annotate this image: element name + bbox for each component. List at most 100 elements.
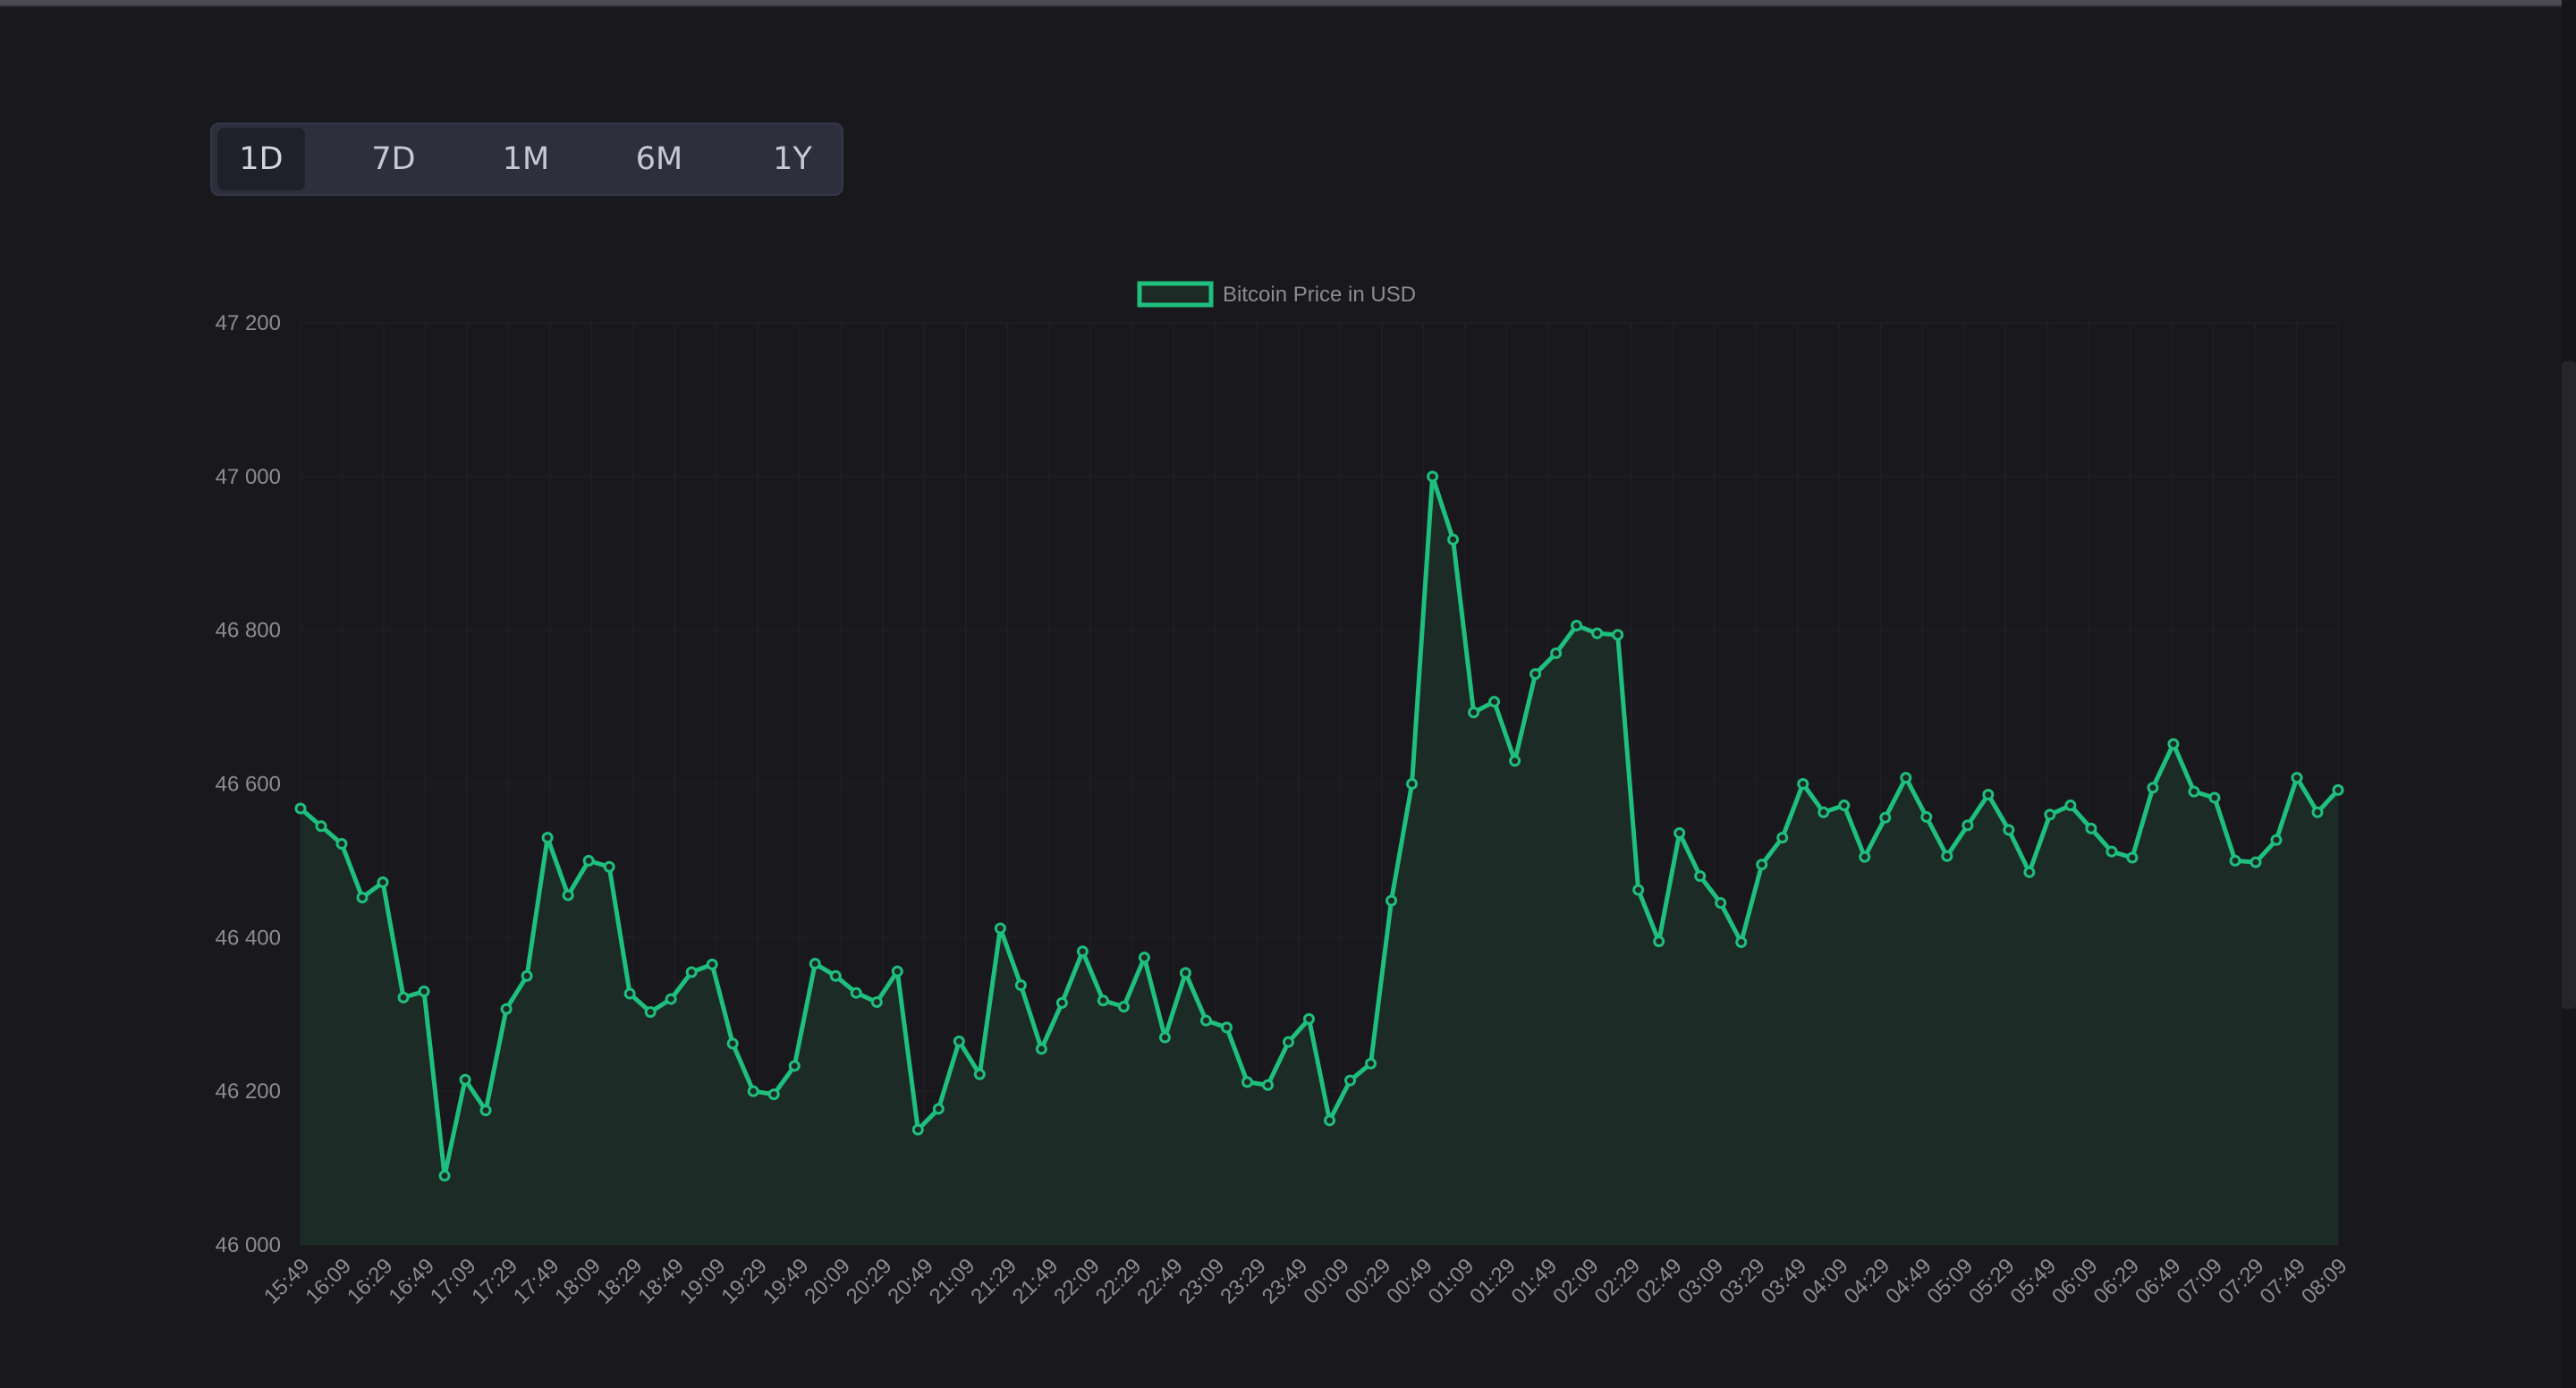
data-point[interactable] [2208, 791, 2221, 804]
data-point[interactable] [726, 1037, 739, 1050]
data-point[interactable] [2250, 856, 2262, 868]
data-point[interactable] [1920, 810, 1933, 823]
data-point[interactable] [521, 969, 533, 982]
data-point[interactable] [2126, 851, 2139, 864]
data-point[interactable] [2311, 806, 2324, 818]
data-point[interactable] [2044, 808, 2056, 821]
data-point[interactable] [1715, 897, 1727, 910]
data-point[interactable] [1117, 1001, 1130, 1013]
data-point[interactable] [809, 958, 821, 970]
data-point[interactable] [2106, 845, 2118, 858]
data-point[interactable] [1674, 826, 1686, 839]
data-point[interactable] [788, 1060, 801, 1072]
data-point[interactable] [2003, 824, 2015, 836]
data-point[interactable] [747, 1085, 759, 1097]
data-point[interactable] [994, 922, 1006, 935]
data-point[interactable] [2064, 800, 2077, 812]
data-point[interactable] [459, 1073, 471, 1086]
data-point[interactable] [665, 993, 677, 1005]
data-point[interactable] [2229, 854, 2241, 867]
data-point[interactable] [418, 985, 430, 997]
data-point[interactable] [1530, 668, 1542, 681]
data-point[interactable] [767, 1088, 780, 1101]
data-point[interactable] [2023, 866, 2036, 878]
data-point[interactable] [973, 1068, 986, 1080]
data-point[interactable] [1282, 1036, 1294, 1048]
data-point[interactable] [1427, 470, 1439, 483]
data-point[interactable] [377, 876, 389, 888]
data-point[interactable] [335, 838, 348, 851]
data-point[interactable] [1447, 533, 1460, 546]
data-point[interactable] [1571, 620, 1583, 632]
data-point[interactable] [1962, 819, 1974, 832]
data-point[interactable] [1014, 979, 1027, 992]
data-point[interactable] [2167, 738, 2180, 750]
data-point[interactable] [315, 820, 327, 833]
data-point[interactable] [1488, 696, 1501, 708]
data-point[interactable] [603, 860, 615, 873]
data-point[interactable] [891, 965, 903, 978]
data-point[interactable] [2188, 785, 2200, 798]
data-point[interactable] [1941, 850, 1953, 862]
data-point[interactable] [1797, 778, 1809, 790]
data-point[interactable] [1509, 755, 1521, 767]
data-point[interactable] [623, 987, 636, 1000]
data-point[interactable] [500, 1003, 513, 1015]
data-point[interactable] [706, 958, 718, 970]
data-point[interactable] [397, 991, 410, 1003]
data-point[interactable] [1776, 832, 1789, 844]
data-point[interactable] [1302, 1012, 1315, 1025]
data-point[interactable] [953, 1035, 965, 1047]
data-point[interactable] [1468, 707, 1480, 719]
data-point[interactable] [1179, 967, 1191, 979]
data-point[interactable] [2147, 782, 2159, 794]
data-point[interactable] [1818, 806, 1830, 818]
data-point[interactable] [1138, 952, 1150, 964]
data-point[interactable] [2332, 783, 2344, 796]
legend[interactable]: Bitcoin Price in USD [1137, 281, 1416, 308]
data-point[interactable] [356, 892, 369, 904]
data-point[interactable] [479, 1104, 492, 1117]
data-point[interactable] [562, 889, 574, 901]
data-point[interactable] [1694, 870, 1707, 883]
data-point[interactable] [1220, 1021, 1233, 1034]
data-point[interactable] [1735, 935, 1748, 948]
data-point[interactable] [1324, 1114, 1336, 1127]
data-point[interactable] [1632, 884, 1645, 896]
data-point[interactable] [1550, 647, 1563, 659]
data-point[interactable] [1900, 772, 1912, 784]
data-point[interactable] [829, 969, 842, 982]
data-point[interactable] [541, 832, 554, 844]
data-point[interactable] [1879, 811, 1892, 824]
data-point[interactable] [1756, 859, 1768, 871]
data-point[interactable] [1406, 778, 1419, 790]
data-point[interactable] [1385, 894, 1398, 907]
data-point[interactable] [1591, 627, 1604, 639]
data-point[interactable] [1199, 1014, 1212, 1027]
data-point[interactable] [438, 1170, 451, 1182]
data-point[interactable] [1055, 996, 1068, 1009]
data-point[interactable] [1653, 935, 1665, 948]
data-point[interactable] [850, 986, 862, 999]
data-point[interactable] [294, 802, 307, 815]
data-point[interactable] [2085, 822, 2097, 834]
data-point[interactable] [1859, 851, 1871, 863]
data-point[interactable] [685, 966, 698, 978]
data-point[interactable] [1158, 1031, 1171, 1044]
data-point[interactable] [2291, 772, 2303, 784]
data-point[interactable] [870, 996, 883, 1009]
data-point[interactable] [911, 1123, 924, 1136]
data-point[interactable] [1261, 1079, 1274, 1091]
data-point[interactable] [1612, 629, 1624, 641]
data-point[interactable] [1076, 945, 1089, 958]
data-point[interactable] [932, 1103, 945, 1115]
data-point[interactable] [1365, 1057, 1377, 1070]
data-point[interactable] [1035, 1043, 1047, 1055]
data-point[interactable] [1982, 789, 1995, 801]
data-point[interactable] [644, 1006, 657, 1019]
data-point[interactable] [2270, 834, 2283, 846]
data-point[interactable] [582, 854, 595, 867]
data-point[interactable] [1097, 994, 1109, 1007]
data-point[interactable] [1344, 1074, 1357, 1087]
data-point[interactable] [1241, 1076, 1253, 1088]
